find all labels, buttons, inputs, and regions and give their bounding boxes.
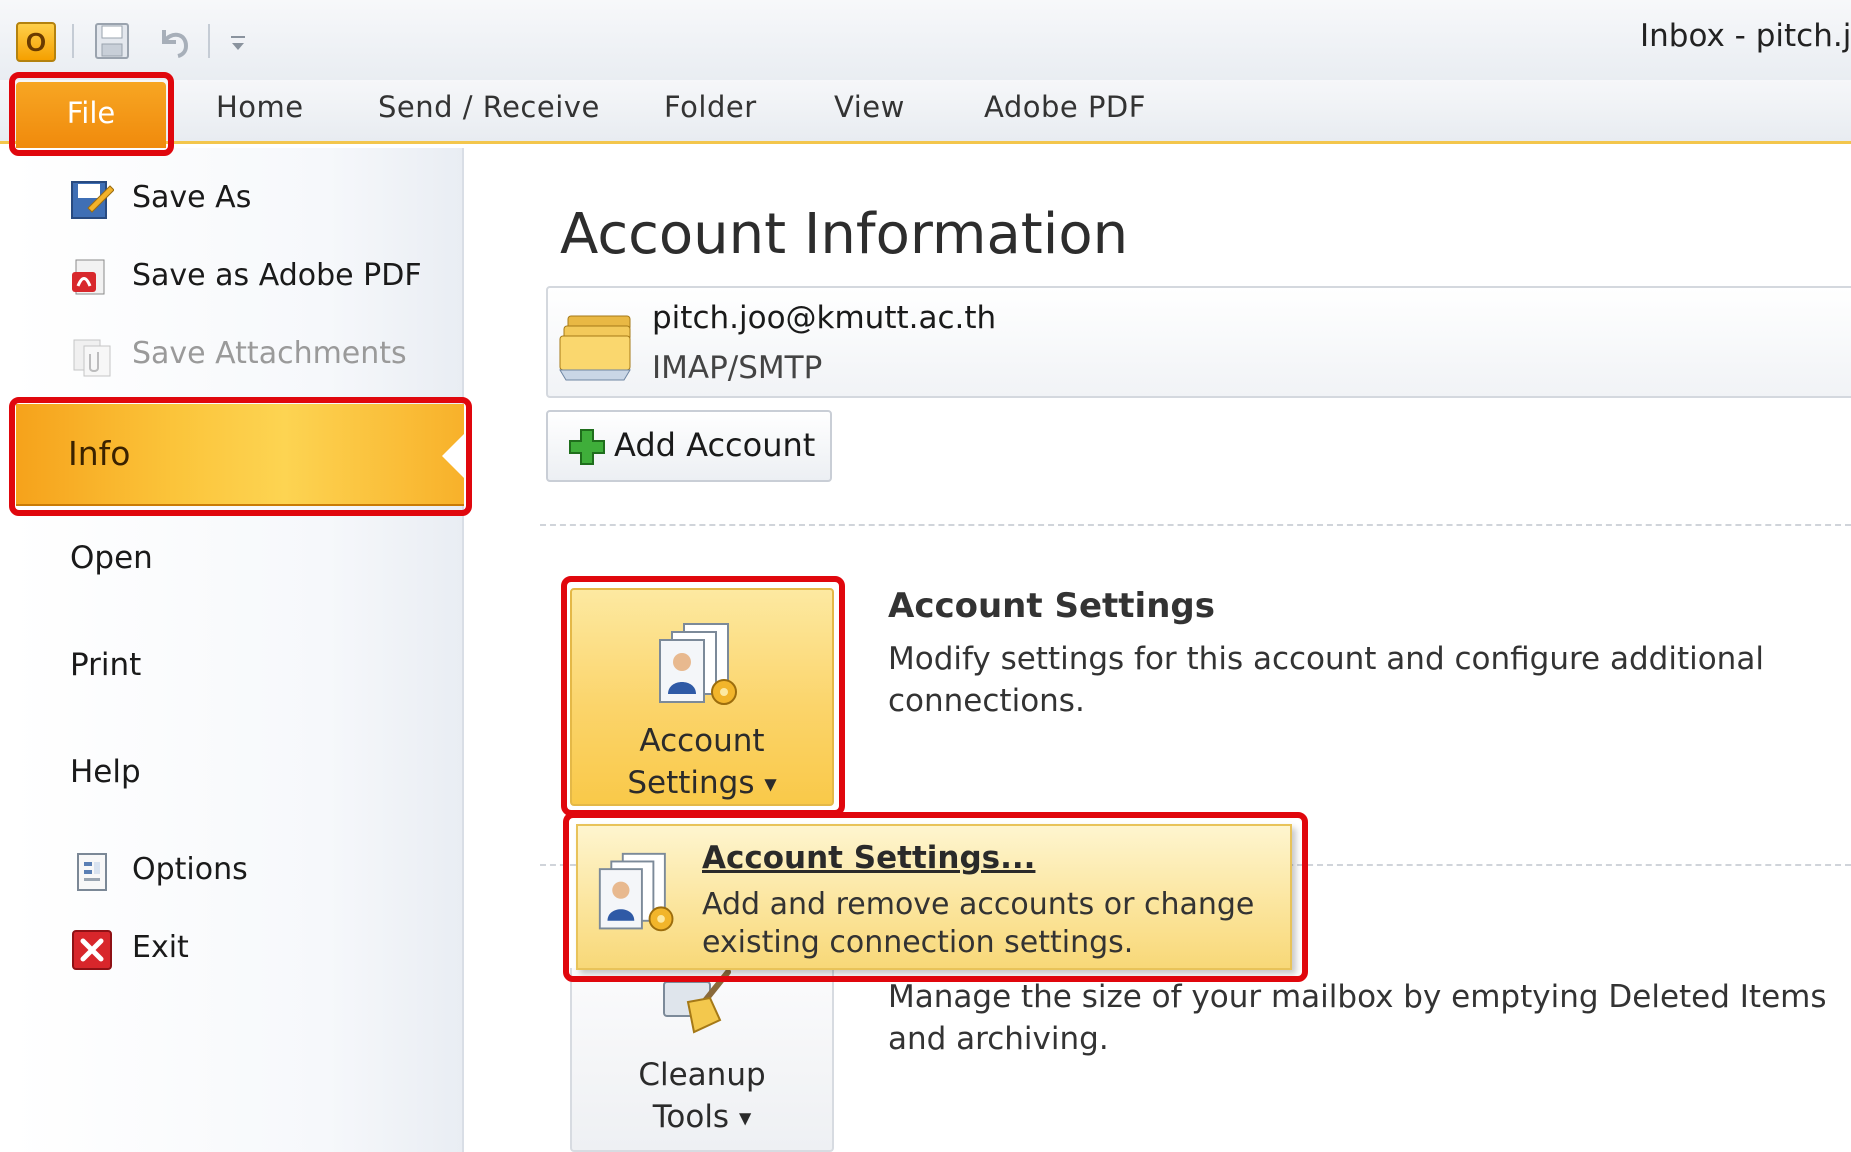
nav-info[interactable]: Info [16,404,464,506]
account-email: pitch.joo@kmutt.ac.th [652,300,997,336]
save-attachments-icon [70,334,114,378]
add-account-button[interactable]: Add Account [546,410,832,482]
account-selector[interactable]: pitch.joo@kmutt.ac.th IMAP/SMTP [546,286,1851,398]
dropdown-arrow-icon: ▼ [738,1108,752,1128]
nav-save-as-pdf[interactable]: Save as Adobe PDF [132,258,422,293]
button-label-line: Account [639,723,765,759]
save-as-icon [70,178,115,222]
account-settings-icon [656,620,748,712]
customize-qat-icon[interactable] [228,30,248,56]
window-title: Inbox - pitch.j [1640,18,1851,54]
undo-icon[interactable] [154,22,194,60]
button-label-line: Cleanup [638,1057,766,1093]
qat-separator [72,24,74,58]
qat-separator [208,24,210,58]
section-divider [540,524,1851,526]
dropdown-arrow-icon: ▼ [764,774,777,794]
account-settings-button-label: Account Settings ▼ [572,720,832,806]
exit-icon [70,928,114,972]
account-type: IMAP/SMTP [652,350,823,386]
tab-home[interactable]: Home [216,90,304,124]
tab-send-receive[interactable]: Send / Receive [378,90,600,124]
menu-item-title: Account Settings... [702,840,1036,876]
account-settings-button[interactable]: Account Settings ▼ [570,588,834,806]
nav-save-attachments: Save Attachments [132,336,407,371]
nav-open[interactable]: Open [70,540,153,576]
account-settings-menu-item[interactable]: Account Settings... Add and remove accou… [576,824,1292,970]
nav-save-as[interactable]: Save As [132,180,251,215]
save-icon[interactable] [92,20,132,62]
add-account-label: Add Account [614,426,816,464]
menu-item-description: Add and remove accounts or change existi… [702,887,1255,960]
nav-print[interactable]: Print [70,647,141,683]
save-as-pdf-icon [70,256,114,300]
tab-view[interactable]: View [834,90,905,124]
tab-file[interactable]: File [16,82,166,148]
page-title: Account Information [560,202,1129,267]
cleanup-tools-description: Manage the size of your mailbox by empty… [888,979,1827,1057]
selection-notch [442,434,464,478]
account-settings-icon [596,848,684,940]
cleanup-tools-button-label: Cleanup Tools ▼ [572,1054,832,1140]
cleanup-tools-button[interactable]: Cleanup Tools ▼ [570,968,834,1152]
nav-options[interactable]: Options [132,852,248,887]
tab-folder[interactable]: Folder [664,90,757,124]
options-icon [70,850,114,894]
nav-help[interactable]: Help [70,754,141,790]
nav-exit[interactable]: Exit [132,930,189,965]
title-bar [0,0,1851,80]
account-settings-description: Modify settings for this account and con… [888,641,1764,719]
button-label-line: Tools ▼ [652,1099,752,1135]
button-label-line: Settings ▼ [627,765,777,801]
plus-icon [568,428,606,466]
tab-adobe-pdf[interactable]: Adobe PDF [984,90,1146,124]
account-settings-title: Account Settings [888,586,1215,626]
account-folder-icon [558,306,646,386]
cleanup-broom-icon [658,968,744,1038]
nav-info-label: Info [68,434,131,473]
outlook-icon[interactable]: O [16,22,56,62]
